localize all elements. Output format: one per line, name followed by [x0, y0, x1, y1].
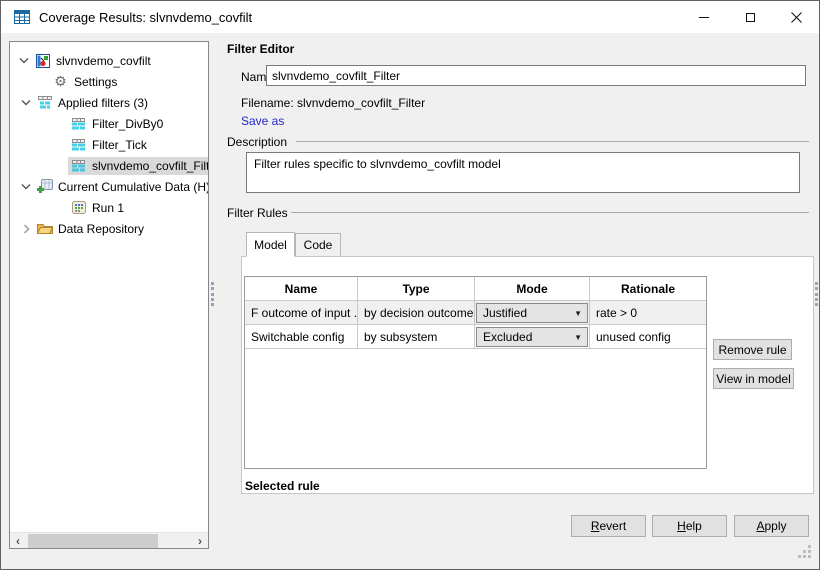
tab-code-label: Code [303, 238, 333, 252]
maximize-button[interactable] [727, 1, 773, 33]
rule-name-cell[interactable]: Switchable config [245, 325, 358, 349]
minimize-button[interactable] [681, 1, 727, 33]
filter-icon [70, 138, 87, 151]
chevron-right-icon[interactable] [18, 223, 34, 234]
apply-button[interactable]: Apply [734, 515, 809, 537]
tree-item-run-1[interactable]: Run 1 [10, 197, 208, 218]
tree-item-label: Settings [74, 74, 118, 89]
description-label: Description [227, 135, 288, 149]
save-as-link[interactable]: Save as [241, 114, 284, 128]
tree-item-current-cumulative-data[interactable]: Current Cumulative Data (H) [10, 176, 208, 197]
mode-dropdown[interactable]: Excluded ▼ [476, 326, 588, 347]
tree-item-data-repository[interactable]: Data Repository [10, 218, 208, 239]
tree-item-filter-tick[interactable]: Filter_Tick [10, 134, 208, 155]
rule-rationale-cell[interactable]: rate > 0 [590, 301, 706, 325]
scroll-right-icon[interactable]: › [192, 533, 208, 549]
table-row[interactable]: Switchable config by subsystem Excluded … [245, 325, 706, 349]
folder-icon [36, 222, 53, 235]
rule-mode-cell[interactable]: Justified ▼ [475, 301, 590, 325]
tree-item-label: Data Repository [58, 221, 145, 236]
tree-item-label: Applied filters (3) [58, 95, 149, 110]
tree-item-label: Filter_DivBy0 [92, 116, 164, 131]
results-tree-panel: slvnvdemo_covfilt ⚙ Settings Applied fil… [9, 41, 209, 549]
tree-item-slvnvdemo-covfilt-filter[interactable]: slvnvdemo_covfilt_Filter [10, 155, 208, 176]
filter-editor-heading: Filter Editor [227, 42, 295, 56]
tab-model-label: Model [254, 237, 287, 252]
tree-item-label: slvnvdemo_covfilt [56, 53, 151, 68]
view-in-model-button[interactable]: View in model [713, 368, 794, 389]
tree-item-label: Filter_Tick [92, 137, 147, 152]
window-title: Coverage Results: slvnvdemo_covfilt [39, 9, 253, 25]
selected-tree-node[interactable]: slvnvdemo_covfilt_Filter [68, 156, 208, 175]
selected-rule-label: Selected rule [245, 479, 320, 493]
rule-name-cell[interactable]: F outcome of input ... [245, 301, 358, 325]
combo-arrow-icon: ▼ [574, 308, 582, 318]
run-icon [70, 201, 87, 214]
gear-icon: ⚙ [54, 73, 67, 89]
chevron-down-icon[interactable] [16, 57, 32, 64]
tree-item-filter-divby0[interactable]: Filter_DivBy0 [10, 113, 208, 134]
right-splitter-grip[interactable] [815, 282, 819, 306]
close-button[interactable] [773, 1, 819, 33]
cumulative-data-icon [36, 179, 53, 194]
filter-rules-group-line [291, 212, 809, 213]
tree-horizontal-scrollbar[interactable]: ‹ › [10, 532, 208, 548]
tab-code[interactable]: Code [295, 233, 341, 257]
filter-rules-table: Name Type Mode Rationale F outcome of in… [244, 276, 707, 469]
mode-dropdown[interactable]: Justified ▼ [476, 302, 588, 323]
filter-icon [70, 159, 87, 172]
tree-item-label: Current Cumulative Data (H) [58, 179, 208, 194]
description-textarea[interactable]: Filter rules specific to slvnvdemo_covfi… [246, 152, 800, 193]
col-header-name[interactable]: Name [245, 277, 358, 301]
filter-table-icon [36, 96, 53, 109]
tree-item-slvnvdemo-covfilt[interactable]: slvnvdemo_covfilt [10, 50, 208, 71]
col-header-type[interactable]: Type [358, 277, 475, 301]
col-header-rationale[interactable]: Rationale [590, 277, 706, 301]
filter-rules-label: Filter Rules [227, 206, 288, 220]
tab-model[interactable]: Model [246, 232, 295, 257]
close-icon [790, 11, 802, 23]
model-icon [34, 53, 51, 68]
resize-grip-icon[interactable] [798, 545, 813, 565]
scrollbar-track[interactable] [26, 533, 192, 549]
col-header-mode[interactable]: Mode [475, 277, 590, 301]
table-row[interactable]: F outcome of input ... by decision outco… [245, 301, 706, 325]
panel-splitter-grip[interactable] [211, 282, 215, 306]
tree-item-settings[interactable]: ⚙ Settings [10, 71, 208, 92]
remove-rule-button[interactable]: Remove rule [713, 339, 792, 360]
revert-button[interactable]: Revert [571, 515, 646, 537]
name-input[interactable] [266, 65, 806, 86]
mode-dropdown-value: Justified [483, 305, 528, 320]
titlebar[interactable]: Coverage Results: slvnvdemo_covfilt [1, 1, 819, 33]
window-icon [14, 10, 30, 24]
rule-mode-cell[interactable]: Excluded ▼ [475, 325, 590, 349]
rule-type-cell[interactable]: by decision outcome [358, 301, 475, 325]
mode-dropdown-value: Excluded [483, 329, 533, 344]
minimize-icon [699, 16, 709, 18]
scroll-left-icon[interactable]: ‹ [10, 533, 26, 549]
results-tree: slvnvdemo_covfilt ⚙ Settings Applied fil… [10, 50, 208, 531]
table-header-row: Name Type Mode Rationale [245, 277, 706, 301]
filename-text: Filename: slvnvdemo_covfilt_Filter [241, 96, 426, 110]
coverage-results-window: Coverage Results: slvnvdemo_covfilt slvn… [0, 0, 820, 570]
tree-item-label: Run 1 [92, 200, 125, 215]
tree-item-label: slvnvdemo_covfilt_Filter [92, 158, 208, 173]
rule-rationale-cell[interactable]: unused config [590, 325, 706, 349]
combo-arrow-icon: ▼ [574, 332, 582, 342]
rule-type-cell[interactable]: by subsystem [358, 325, 475, 349]
filter-icon [70, 117, 87, 130]
scrollbar-thumb[interactable] [28, 533, 158, 548]
description-group-line [296, 141, 809, 142]
maximize-icon [745, 12, 755, 22]
help-button[interactable]: Help [652, 515, 727, 537]
chevron-down-icon[interactable] [18, 99, 34, 106]
tree-item-applied-filters[interactable]: Applied filters (3) [10, 92, 208, 113]
chevron-down-icon[interactable] [18, 183, 34, 190]
